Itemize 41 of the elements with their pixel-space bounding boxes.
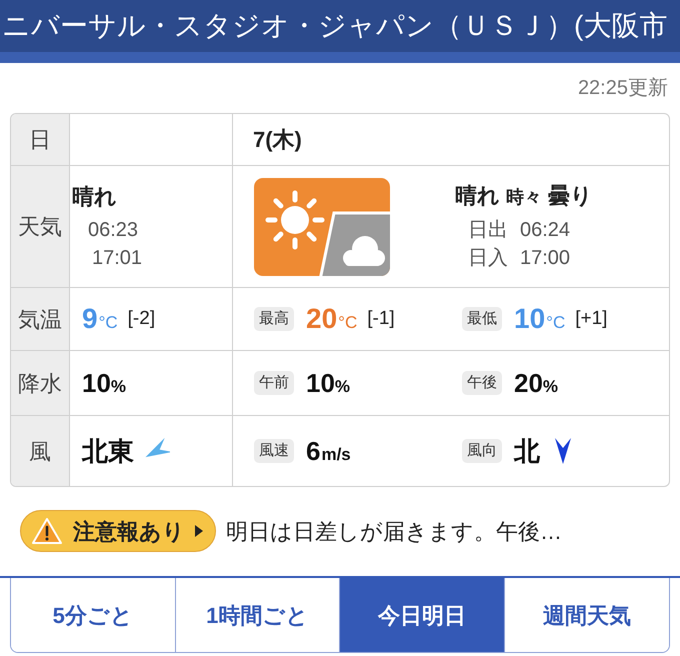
temperature-value: 20°C bbox=[306, 302, 358, 336]
update-time: 22:25更新 bbox=[578, 76, 668, 101]
alert-badge[interactable]: 注意報あり bbox=[20, 510, 216, 552]
label-chip: 風速 bbox=[254, 439, 294, 463]
label-chip: 最低 bbox=[462, 307, 502, 331]
sun-and-cloud-icon bbox=[254, 178, 390, 276]
sunrise-label: 日出 bbox=[468, 218, 508, 243]
row-header: 天気 bbox=[11, 166, 70, 288]
row-header: 日 bbox=[11, 114, 70, 166]
precipitation-value: 20% bbox=[514, 366, 558, 400]
temperature-value: 9°C bbox=[82, 302, 118, 336]
precipitation-value: 10% bbox=[82, 366, 126, 400]
precipitation-value: 10% bbox=[306, 366, 350, 400]
label-chip: 風向 bbox=[462, 439, 502, 463]
label-chip: 午前 bbox=[254, 371, 294, 395]
temperature-difference: [-2] bbox=[128, 306, 156, 331]
alert-message: 明日は日差しが届きます。午後… bbox=[226, 518, 562, 546]
sunrise-time: 06:24 bbox=[520, 218, 570, 243]
location-title: ニバーサル・スタジオ・ジャパン（ＵＳＪ）(大阪市 bbox=[1, 9, 668, 43]
row-header: 風 bbox=[11, 416, 70, 486]
caret-right-icon bbox=[195, 525, 203, 537]
temperature-value: 10°C bbox=[514, 302, 566, 336]
sunrise-time: 06:23 bbox=[87, 218, 140, 242]
warning-icon bbox=[31, 517, 63, 545]
wind-value: 北 bbox=[514, 434, 540, 468]
date-text: 7(木) bbox=[253, 126, 302, 154]
tab[interactable]: 今日明日 bbox=[340, 578, 504, 652]
sunset-time: 17:00 bbox=[520, 246, 570, 271]
wind-value: 6m/s bbox=[306, 434, 351, 468]
wind-value: 北東 bbox=[82, 434, 134, 468]
label-chip: 午後 bbox=[462, 371, 502, 395]
label-chip: 最高 bbox=[254, 307, 294, 331]
weather-text: 晴れ bbox=[72, 182, 118, 210]
temperature-difference: [-1] bbox=[367, 306, 395, 331]
sunset-time: 17:01 bbox=[91, 246, 144, 270]
tab[interactable]: 5分ごと bbox=[11, 578, 176, 652]
row-header: 気温 bbox=[11, 288, 70, 351]
row-header: 降水 bbox=[11, 351, 70, 416]
weather-text: 晴れ 時々 曇り bbox=[455, 182, 594, 210]
sunset-label: 日入 bbox=[468, 246, 508, 271]
temperature-difference: [+1] bbox=[575, 306, 608, 331]
